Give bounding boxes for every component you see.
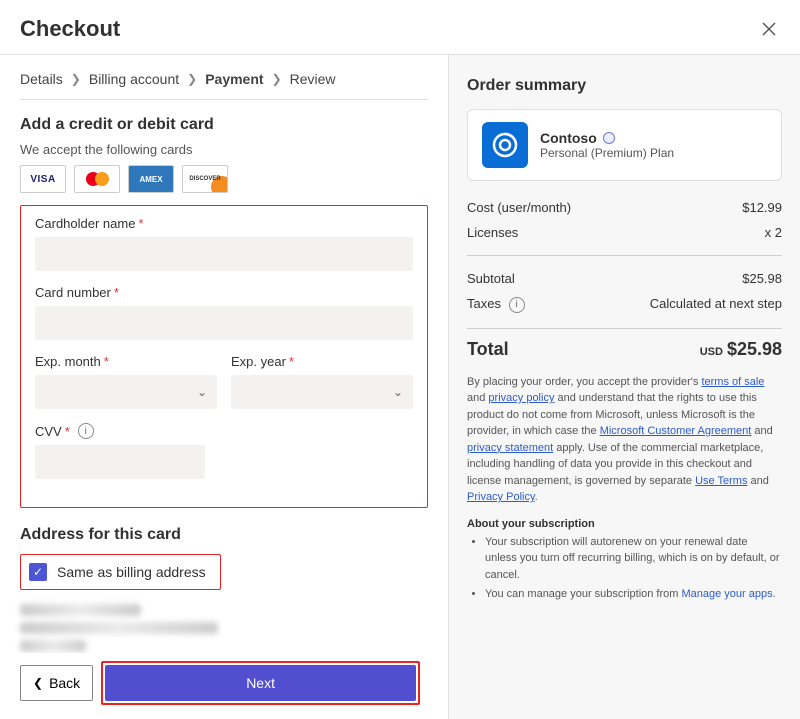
back-button[interactable]: ❮ Back [20, 665, 93, 701]
terms-of-sale-link[interactable]: terms of sale [701, 376, 764, 388]
use-terms-link[interactable]: Use Terms [695, 475, 747, 487]
currency: USD [700, 346, 723, 358]
cvv-field[interactable] [35, 445, 205, 479]
cvv-label: CVV* [35, 424, 70, 439]
total-label: Total [467, 339, 509, 360]
legal-text: By placing your order, you accept the pr… [467, 374, 782, 506]
sub-value: $25.98 [742, 271, 782, 286]
product-logo-icon [482, 122, 528, 168]
chevron-right-icon: ❯ [272, 72, 282, 86]
chevron-right-icon: ❯ [71, 72, 81, 86]
product-card: Contoso Personal (Premium) Plan [467, 109, 782, 181]
visa-icon: VISA [20, 165, 66, 193]
lic-label: Licenses [467, 225, 518, 240]
chevron-right-icon: ❯ [187, 72, 197, 86]
order-summary-heading: Order summary [467, 77, 782, 95]
manage-apps-link[interactable]: Manage your apps [681, 588, 772, 600]
info-icon[interactable]: i [78, 423, 94, 439]
cost-label: Cost (user/month) [467, 200, 571, 215]
page-title: Checkout [20, 16, 120, 42]
same-address-checkbox[interactable]: ✓ [29, 563, 47, 581]
discover-icon: DISCOVER [182, 165, 228, 193]
close-icon[interactable] [758, 18, 780, 40]
privacy-statement-link[interactable]: privacy statement [467, 442, 553, 454]
product-plan: Personal (Premium) Plan [540, 146, 674, 160]
exp-month-select[interactable] [35, 375, 217, 409]
tax-label: Taxes [467, 296, 501, 311]
exp-month-label: Exp. month* [35, 354, 217, 369]
about-bullet-2: You can manage your subscription from Ma… [485, 586, 782, 603]
cost-value: $12.99 [742, 200, 782, 215]
tax-value: Calculated at next step [650, 296, 782, 313]
card-number-label: Card number* [35, 285, 413, 300]
about-heading: About your subscription [467, 518, 782, 530]
crumb-billing[interactable]: Billing account [89, 71, 179, 87]
cardholder-name-field[interactable] [35, 237, 413, 271]
lic-value: x 2 [765, 225, 782, 240]
mca-link[interactable]: Microsoft Customer Agreement [600, 425, 752, 437]
accept-text: We accept the following cards [20, 142, 428, 157]
cardholder-name-label: Cardholder name* [35, 216, 413, 231]
add-card-heading: Add a credit or debit card [20, 116, 428, 134]
privacy-policy2-link[interactable]: Privacy Policy [467, 491, 535, 503]
next-button[interactable]: Next [105, 665, 416, 701]
product-name: Contoso [540, 130, 597, 146]
address-preview [20, 604, 240, 652]
chevron-left-icon: ❮ [33, 676, 43, 690]
about-bullet-1: Your subscription will autorenew on your… [485, 534, 782, 584]
crumb-review: Review [290, 71, 336, 87]
total-value: $25.98 [727, 339, 782, 359]
mastercard-icon [74, 165, 120, 193]
crumb-payment: Payment [205, 71, 263, 87]
amex-icon: AMEX [128, 165, 174, 193]
exp-year-label: Exp. year* [231, 354, 413, 369]
breadcrumb: Details ❯ Billing account ❯ Payment ❯ Re… [20, 71, 428, 87]
info-icon[interactable]: i [509, 297, 525, 313]
card-number-field[interactable] [35, 306, 413, 340]
sub-label: Subtotal [467, 271, 515, 286]
same-address-label: Same as billing address [57, 564, 206, 580]
exp-year-select[interactable] [231, 375, 413, 409]
crumb-details[interactable]: Details [20, 71, 63, 87]
privacy-policy-link[interactable]: privacy policy [488, 392, 554, 404]
verified-badge-icon [603, 132, 615, 144]
address-heading: Address for this card [20, 526, 428, 544]
